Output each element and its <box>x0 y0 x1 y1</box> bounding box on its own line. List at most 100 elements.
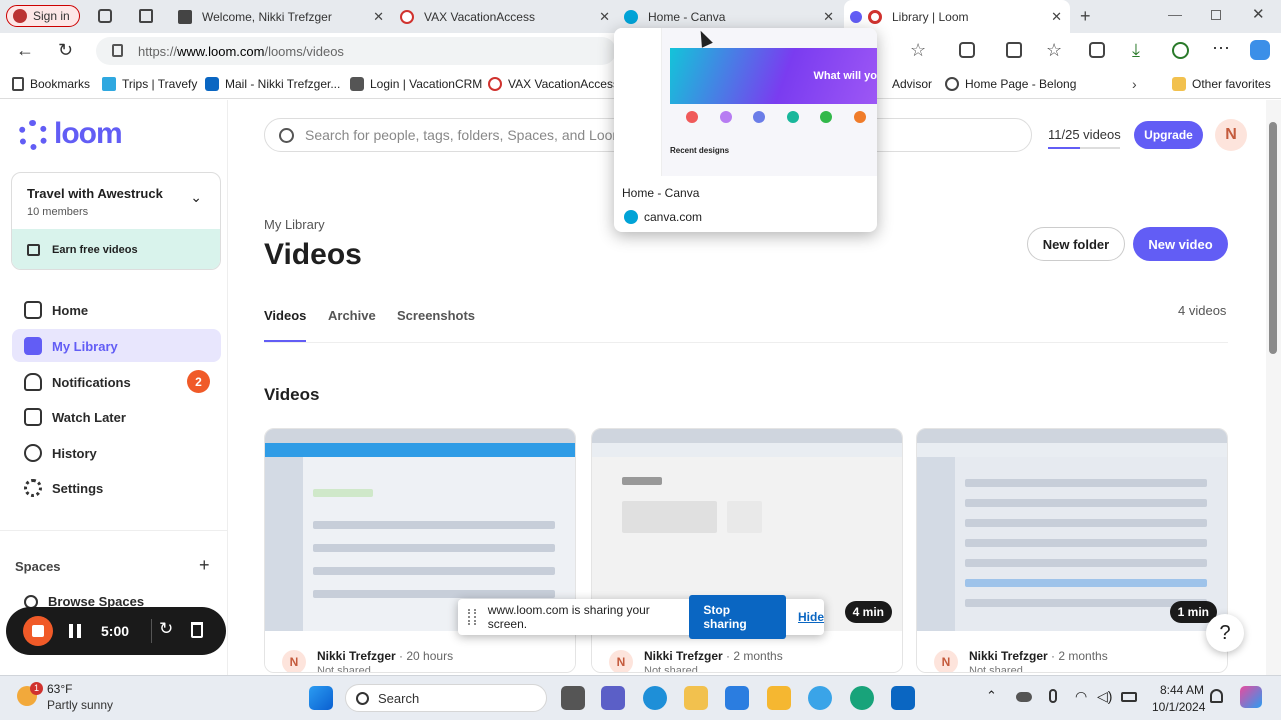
sidebar-item-home[interactable]: Home <box>24 301 88 319</box>
clock-date[interactable]: 10/1/2024 <box>1152 700 1205 714</box>
tab-videos[interactable]: Videos <box>264 308 306 323</box>
chevron-right-icon[interactable]: › <box>1132 76 1137 92</box>
bookmark-vax[interactable]: VAX VacationAccess <box>488 77 619 91</box>
menu-icon[interactable]: ⋯ <box>1212 38 1230 59</box>
outlook-icon[interactable] <box>891 686 915 710</box>
sidebar-item-my-library-content[interactable]: My Library <box>24 337 118 355</box>
loom-logo-icon[interactable] <box>18 120 48 150</box>
downloads-icon[interactable]: ⤓ <box>1132 40 1140 61</box>
bookmark-vacationcrm[interactable]: Login | VacationCRM <box>350 77 482 91</box>
collections-toolbar-icon[interactable] <box>1089 42 1105 58</box>
share-status[interactable]: Not shared <box>317 665 371 672</box>
video-thumbnail[interactable]: 1 min <box>917 429 1227 631</box>
stop-sharing-button[interactable]: Stop sharing <box>689 595 786 639</box>
bookmark-other-favorites[interactable]: Other favorites <box>1172 77 1271 91</box>
bookmark-mail[interactable]: Mail - Nikki Trefzger... <box>205 77 340 91</box>
add-space-icon[interactable]: + <box>199 555 210 576</box>
restore-icon[interactable] <box>1211 10 1221 20</box>
file-explorer-icon[interactable] <box>684 686 708 710</box>
page-scrollbar[interactable] <box>1266 100 1281 675</box>
onedrive-icon[interactable] <box>1016 692 1032 702</box>
notification-bell-icon[interactable] <box>1210 689 1223 703</box>
tab-loom[interactable]: Library | Loom ✕ <box>844 0 1070 33</box>
earn-free-videos-button[interactable]: Earn free videos <box>12 229 220 269</box>
help-button[interactable]: ? <box>1206 614 1244 652</box>
vax-icon <box>488 77 502 91</box>
volume-icon[interactable]: ◁) <box>1097 688 1112 705</box>
battery-icon[interactable] <box>1121 692 1137 702</box>
store-icon[interactable] <box>725 686 749 710</box>
bookmark-travefy[interactable]: Trips | Travefy <box>102 77 197 91</box>
minimize-icon[interactable]: — <box>1168 6 1182 22</box>
video-meta: N Nikki Trefzger · 20 hours Not shared <box>265 631 575 672</box>
clock-time[interactable]: 8:44 AM <box>1160 683 1204 697</box>
sidebar-item-settings[interactable]: Settings <box>24 479 103 497</box>
wifi-icon[interactable]: ◠ <box>1075 688 1087 705</box>
copilot-taskbar-icon[interactable] <box>1240 686 1262 708</box>
bookmark-belong[interactable]: Home Page - Belong <box>945 77 1076 91</box>
new-video-button[interactable]: New video <box>1133 227 1228 261</box>
tab-archive[interactable]: Archive <box>328 308 376 323</box>
breadcrumb[interactable]: My Library <box>264 217 325 232</box>
hide-button[interactable]: Hide <box>798 610 824 624</box>
drag-handle-icon[interactable] <box>468 609 476 625</box>
browser-essentials-icon[interactable] <box>1172 42 1189 59</box>
sidebar-item-label: Notifications <box>52 374 131 390</box>
copilot-icon[interactable] <box>1250 40 1270 60</box>
microphone-icon[interactable] <box>1049 689 1057 703</box>
video-usage[interactable]: 11/25 videos <box>1048 127 1121 149</box>
weather-widget[interactable]: 1 63°F Partly sunny <box>12 680 142 716</box>
task-view-icon[interactable] <box>561 686 585 710</box>
collections-icon[interactable] <box>98 9 112 23</box>
tab-hover-preview[interactable]: What will yo Recent designs Home - Canva… <box>614 28 877 232</box>
app-icon[interactable] <box>767 686 791 710</box>
new-folder-button[interactable]: New folder <box>1027 227 1125 261</box>
url-field[interactable]: https://www.loom.com/looms/videos <box>96 37 616 65</box>
vertical-tabs-icon[interactable] <box>139 9 153 23</box>
back-icon[interactable]: ← <box>16 40 34 61</box>
share-status[interactable]: Not shared <box>969 665 1023 672</box>
favorites-icon[interactable]: ☆ <box>1046 40 1062 61</box>
teams-icon[interactable] <box>601 686 625 710</box>
close-tab-icon[interactable]: ✕ <box>1051 9 1062 25</box>
pause-icon[interactable] <box>69 624 81 638</box>
refresh-icon[interactable]: ↻ <box>58 40 73 61</box>
close-tab-icon[interactable]: ✕ <box>373 9 384 25</box>
chevron-up-icon[interactable]: ⌃ <box>986 688 997 704</box>
tab-welcome[interactable]: Welcome, Nikki Trefzger ✕ <box>170 0 392 33</box>
tab-vax[interactable]: VAX VacationAccess ✕ <box>396 0 618 33</box>
trash-icon[interactable] <box>191 622 203 638</box>
close-tab-icon[interactable]: ✕ <box>823 9 834 25</box>
stop-recording-button[interactable] <box>23 616 53 646</box>
close-tab-icon[interactable]: ✕ <box>599 9 610 25</box>
new-tab-icon[interactable]: + <box>1080 6 1091 27</box>
weather-condition: Partly sunny <box>47 698 114 712</box>
close-window-icon[interactable]: ✕ <box>1252 5 1265 23</box>
signin-button[interactable]: Sign in <box>6 5 80 27</box>
sidebar-item-label: Settings <box>52 480 104 496</box>
sidebar-item-history[interactable]: History <box>24 444 97 462</box>
video-card[interactable]: 1 min N Nikki Trefzger · 2 months Not sh… <box>916 428 1228 673</box>
extensions-icon[interactable] <box>959 42 975 58</box>
video-card[interactable]: N Nikki Trefzger · 20 hours Not shared <box>264 428 576 673</box>
scrollbar-thumb[interactable] <box>1269 122 1277 354</box>
stop-icon <box>32 625 44 637</box>
user-avatar[interactable]: N <box>1215 119 1247 151</box>
start-icon[interactable] <box>309 686 333 710</box>
taskbar-search[interactable]: Search <box>345 684 547 712</box>
upgrade-button[interactable]: Upgrade <box>1134 121 1203 149</box>
sidebar-item-watch-later[interactable]: Watch Later <box>24 408 126 426</box>
favorite-star-icon[interactable]: ☆ <box>910 40 926 61</box>
workspace-switcher[interactable]: Travel with Awestruck 10 members ⌄ Earn … <box>11 172 221 270</box>
app-icon[interactable] <box>808 686 832 710</box>
edge-dev-icon[interactable] <box>850 686 874 710</box>
share-status[interactable]: Not shared <box>644 665 698 672</box>
bookmark-bookmarks[interactable]: Bookmarks <box>12 77 90 91</box>
chevron-down-icon[interactable]: ⌄ <box>190 189 202 206</box>
bookmark-advisor[interactable]: Advisor <box>892 77 932 91</box>
tab-screenshots[interactable]: Screenshots <box>397 308 475 323</box>
sidebar-item-notifications[interactable]: Notifications <box>24 373 131 391</box>
split-screen-icon[interactable] <box>1006 42 1022 58</box>
edge-icon[interactable] <box>643 686 667 710</box>
restart-icon[interactable]: ↻ <box>159 619 173 639</box>
